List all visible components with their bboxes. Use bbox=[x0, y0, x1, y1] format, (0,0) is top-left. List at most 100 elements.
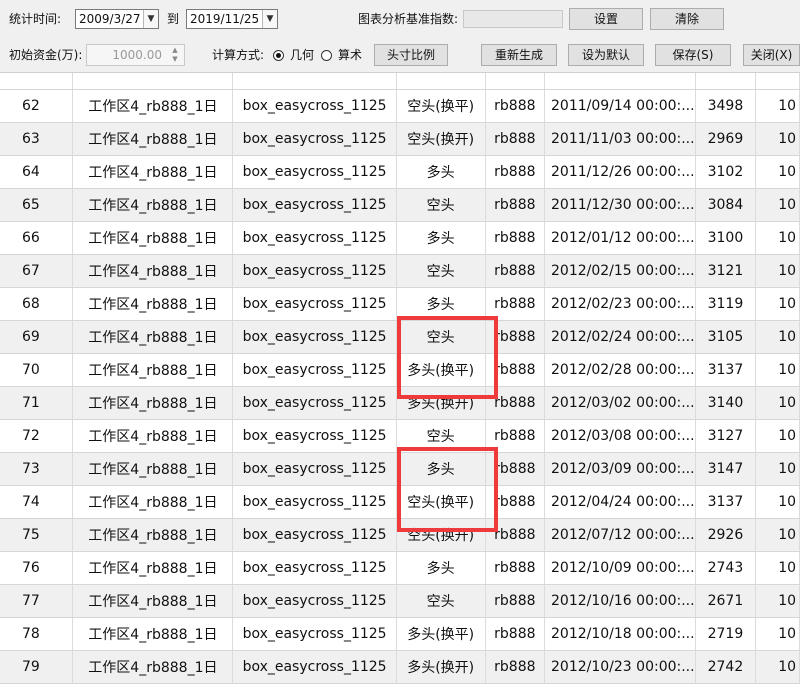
price-cell: 3147 bbox=[695, 452, 757, 486]
price-cell: 3140 bbox=[695, 386, 757, 420]
direction-cell: 多头 bbox=[396, 287, 486, 321]
row-id: 69 bbox=[0, 320, 74, 354]
workspace-cell: 工作区4_rb888_1日 bbox=[72, 221, 234, 255]
direction-cell: 多头 bbox=[396, 452, 486, 486]
table-row[interactable]: 73 工作区4_rb888_1日 box_easycross_1125 多头 rb888… bbox=[0, 452, 800, 486]
time-cell: 2011/09/14 00:00:... bbox=[544, 89, 696, 123]
table-row[interactable]: 72 工作区4_rb888_1日 box_easycross_1125 空头 rb888… bbox=[0, 419, 800, 453]
position-ratio-button[interactable]: 头寸比例 bbox=[374, 44, 448, 66]
direction-cell: 空头 bbox=[396, 254, 486, 288]
strategy-cell: box_easycross_1125 bbox=[232, 188, 397, 222]
table-row[interactable]: 79 工作区4_rb888_1日 box_easycross_1125 多头(换开) r… bbox=[0, 650, 800, 684]
extra-cell: 10 bbox=[755, 617, 800, 651]
symbol-cell: rb888 bbox=[485, 89, 546, 123]
initial-capital-value: 1000.00 bbox=[112, 48, 162, 62]
direction-cell: 多头(换平) bbox=[396, 617, 486, 651]
strategy-cell: box_easycross_1125 bbox=[232, 353, 397, 387]
table-row[interactable]: 75 工作区4_rb888_1日 box_easycross_1125 空头(换开) r… bbox=[0, 518, 800, 552]
row-id: 70 bbox=[0, 353, 74, 387]
workspace-cell: 工作区4_rb888_1日 bbox=[72, 650, 234, 684]
geometric-radio[interactable] bbox=[273, 50, 284, 61]
time-cell: 2012/02/15 00:00:... bbox=[544, 254, 696, 288]
direction-cell: 空头(换开) bbox=[396, 518, 486, 552]
table-row[interactable]: 78 工作区4_rb888_1日 box_easycross_1125 多头(换平) r… bbox=[0, 617, 800, 651]
strategy-cell: box_easycross_1125 bbox=[232, 287, 397, 321]
workspace-cell: 工作区4_rb888_1日 bbox=[72, 122, 234, 156]
row-id: 68 bbox=[0, 287, 74, 321]
spinner-icon[interactable]: ▲ ▼ bbox=[169, 46, 181, 64]
table-row[interactable]: 77 工作区4_rb888_1日 box_easycross_1125 空头 rb888… bbox=[0, 584, 800, 618]
direction-cell: 空头 bbox=[396, 419, 486, 453]
direction-cell: 多头 bbox=[396, 155, 486, 189]
time-cell: 2012/03/09 00:00:... bbox=[544, 452, 696, 486]
price-cell: 3119 bbox=[695, 287, 757, 321]
row-id: 72 bbox=[0, 419, 74, 453]
row-id: 66 bbox=[0, 221, 74, 255]
row-id: 74 bbox=[0, 485, 74, 519]
end-date-picker[interactable]: 2019/11/25 ▼ bbox=[186, 9, 278, 29]
symbol-cell: rb888 bbox=[485, 320, 546, 354]
table-row[interactable]: 64 工作区4_rb888_1日 box_easycross_1125 多头 rb888… bbox=[0, 155, 800, 189]
extra-cell: 10 bbox=[755, 353, 800, 387]
close-button[interactable]: 关闭(X) bbox=[743, 44, 800, 66]
workspace-cell: 工作区4_rb888_1日 bbox=[72, 320, 234, 354]
price-cell: 3137 bbox=[695, 485, 757, 519]
price-cell: 3105 bbox=[695, 320, 757, 354]
symbol-cell: rb888 bbox=[485, 353, 546, 387]
table-row[interactable]: 66 工作区4_rb888_1日 box_easycross_1125 多头 rb888… bbox=[0, 221, 800, 255]
table-row[interactable]: 76 工作区4_rb888_1日 box_easycross_1125 多头 rb888… bbox=[0, 551, 800, 585]
chart-index-field[interactable] bbox=[463, 10, 563, 28]
chevron-down-icon[interactable]: ▼ bbox=[262, 10, 277, 28]
table-row[interactable]: 74 工作区4_rb888_1日 box_easycross_1125 空头(换平) r… bbox=[0, 485, 800, 519]
table-row[interactable]: 67 工作区4_rb888_1日 box_easycross_1125 空头 rb888… bbox=[0, 254, 800, 288]
row-id: 62 bbox=[0, 89, 74, 123]
direction-cell: 空头 bbox=[396, 188, 486, 222]
extra-cell: 10 bbox=[755, 155, 800, 189]
regenerate-button[interactable]: 重新生成 bbox=[481, 44, 557, 66]
direction-cell: 空头(换平) bbox=[396, 485, 486, 519]
initial-capital-input[interactable]: 1000.00 ▲ ▼ bbox=[86, 44, 185, 66]
symbol-cell: rb888 bbox=[485, 452, 546, 486]
to-label: 到 bbox=[167, 12, 180, 26]
symbol-cell: rb888 bbox=[485, 287, 546, 321]
strategy-cell: box_easycross_1125 bbox=[232, 221, 397, 255]
table-row[interactable]: 68 工作区4_rb888_1日 box_easycross_1125 多头 rb888… bbox=[0, 287, 800, 321]
price-cell: 3084 bbox=[695, 188, 757, 222]
table-row[interactable]: 65 工作区4_rb888_1日 box_easycross_1125 空头 rb888… bbox=[0, 188, 800, 222]
price-cell: 2743 bbox=[695, 551, 757, 585]
chevron-down-icon[interactable]: ▼ bbox=[143, 10, 158, 28]
extra-cell: 10 bbox=[755, 122, 800, 156]
direction-cell: 多头(换开) bbox=[396, 386, 486, 420]
direction-cell: 空头 bbox=[396, 584, 486, 618]
extra-cell: 10 bbox=[755, 188, 800, 222]
workspace-cell: 工作区4_rb888_1日 bbox=[72, 584, 234, 618]
arithmetic-label: 算术 bbox=[338, 48, 363, 62]
strategy-cell: box_easycross_1125 bbox=[232, 551, 397, 585]
set-default-button[interactable]: 设为默认 bbox=[568, 44, 644, 66]
settings-button[interactable]: 设置 bbox=[569, 8, 643, 30]
table-row[interactable]: 69 工作区4_rb888_1日 box_easycross_1125 空头 rb888… bbox=[0, 320, 800, 354]
symbol-cell: rb888 bbox=[485, 221, 546, 255]
time-cell: 2012/10/23 00:00:... bbox=[544, 650, 696, 684]
workspace-cell: 工作区4_rb888_1日 bbox=[72, 353, 234, 387]
strategy-cell: box_easycross_1125 bbox=[232, 452, 397, 486]
workspace-cell: 工作区4_rb888_1日 bbox=[72, 485, 234, 519]
arithmetic-radio[interactable] bbox=[321, 50, 332, 61]
price-cell: 3100 bbox=[695, 221, 757, 255]
clear-button[interactable]: 清除 bbox=[650, 8, 724, 30]
time-cell: 2011/11/03 00:00:... bbox=[544, 122, 696, 156]
start-date-picker[interactable]: 2009/3/27 ▼ bbox=[75, 9, 159, 29]
table-row[interactable]: 71 工作区4_rb888_1日 box_easycross_1125 多头(换开) r… bbox=[0, 386, 800, 420]
time-cell: 2012/01/12 00:00:... bbox=[544, 221, 696, 255]
table-row[interactable]: 63 工作区4_rb888_1日 box_easycross_1125 空头(换开) r… bbox=[0, 122, 800, 156]
direction-cell: 空头 bbox=[396, 320, 486, 354]
time-cell: 2012/04/24 00:00:... bbox=[544, 485, 696, 519]
save-button[interactable]: 保存(S) bbox=[655, 44, 731, 66]
table-row[interactable]: 62 工作区4_rb888_1日 box_easycross_1125 空头(换平) r… bbox=[0, 89, 800, 123]
row-id: 77 bbox=[0, 584, 74, 618]
price-cell: 3137 bbox=[695, 353, 757, 387]
strategy-cell: box_easycross_1125 bbox=[232, 485, 397, 519]
table-row[interactable]: 70 工作区4_rb888_1日 box_easycross_1125 多头(换平) r… bbox=[0, 353, 800, 387]
strategy-cell: box_easycross_1125 bbox=[232, 650, 397, 684]
workspace-cell: 工作区4_rb888_1日 bbox=[72, 551, 234, 585]
